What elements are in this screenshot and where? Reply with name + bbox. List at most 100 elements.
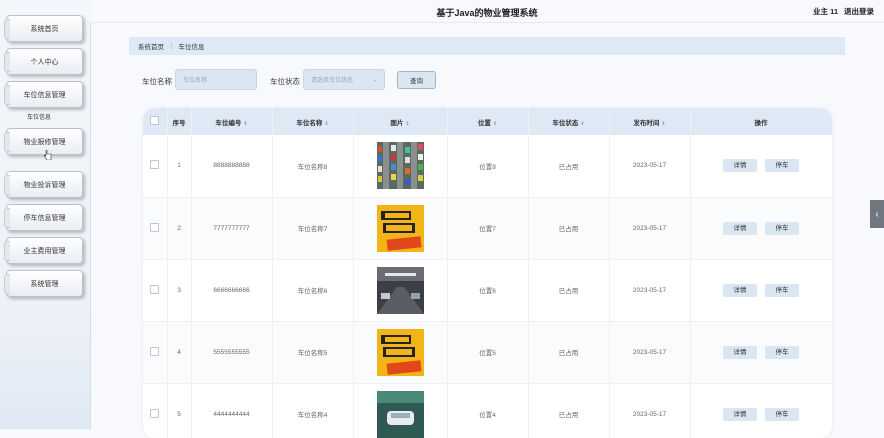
header-label: 位置 [477,119,491,127]
sidebar-item-label: 车位信息管理 [23,91,66,99]
menu-tab-decoration [4,52,10,72]
sort-icon[interactable]: ⇕ [580,121,584,127]
cell-location: 位置7 [447,197,529,260]
detail-button[interactable]: 详情 [723,283,757,297]
mouse-cursor-icon [44,150,52,160]
menu-tab-decoration [4,85,10,105]
table-row: 2 7777777777 车位名称7 位置7 已占用 2023-05-17 详情… [143,197,832,260]
parking-sign-image[interactable] [376,328,424,376]
cell-code: 4444444444 [191,383,273,438]
cell-code: 6666666666 [191,259,273,322]
cell-index: 4 [167,321,192,384]
parking-table: 序号 车位编号 ⇕ 车位名称 ⇕ 图片 ⇕ 位置 ⇕ 车位状态 ⇕ 发布时间 ⇕ 操作 1 … [143,108,832,438]
header-label: 发布时间 [633,119,660,127]
cell-location: 位置5 [447,321,529,384]
sidebar-item-complaint[interactable]: 物业投诉管理 [4,171,83,198]
parking-lot-aerial-image[interactable] [376,142,424,190]
sidebar-subitem-parking-info[interactable]: 车位信息 [27,112,51,121]
row-checkbox-cell [143,259,168,322]
breadcrumb: 系统首页 ⋮ 车位信息 [129,37,845,55]
cell-image [353,383,448,438]
header-label: 车位状态 [552,119,579,127]
detail-button[interactable]: 详情 [723,159,757,173]
header-label: 操作 [754,119,768,127]
breadcrumb-separator-icon: ⋮ [168,43,175,50]
header-label: 车位编号 [215,119,242,127]
sort-icon[interactable]: ⇕ [661,121,665,127]
sidebar-item-profile[interactable]: 个人中心 [4,48,83,75]
cell-index: 1 [167,135,192,198]
row-checkbox[interactable] [150,284,160,294]
cell-location: 位置4 [447,383,529,438]
breadcrumb-home[interactable]: 系统首页 [138,41,164,51]
header-date[interactable]: 发布时间 ⇕ [609,108,691,135]
garage-car-image[interactable] [376,390,424,438]
cell-image [353,197,448,260]
name-search-input[interactable]: 车位名称 [175,69,257,90]
sidebar-item-system[interactable]: 系统管理 [4,270,83,297]
header-actions: 操作 [690,108,832,135]
header-name[interactable]: 车位名称 ⇕ [272,108,354,135]
sidebar-item-fees[interactable]: 业主费用管理 [4,237,83,264]
detail-button[interactable]: 详情 [723,221,757,235]
cell-status: 已占用 [528,259,610,322]
cell-actions: 详情 停车 [690,321,832,384]
park-button[interactable]: 停车 [765,221,799,235]
breadcrumb-current: 车位信息 [178,44,205,51]
sidebar-item-label: 停车信息管理 [23,214,66,222]
logout-link[interactable]: 退出登录 [844,7,874,16]
header-image[interactable]: 图片 ⇕ [353,108,448,135]
park-button[interactable]: 停车 [765,407,799,421]
header-index: 序号 [167,108,192,135]
cell-date: 2023-05-17 [609,383,691,438]
sidebar-item-home[interactable]: 系统首页 [4,15,83,42]
park-button[interactable]: 停车 [765,345,799,359]
cell-code: 8888888888 [191,135,273,198]
row-checkbox[interactable] [150,222,160,232]
status-placeholder: 请选择车位状态 [311,78,354,84]
parking-sign-image[interactable] [376,204,424,252]
park-button[interactable]: 停车 [765,159,799,173]
username: 业主 11 [812,7,838,16]
header-label: 序号 [172,119,186,127]
cell-status: 已占用 [528,197,610,260]
sidebar-item-parking-record[interactable]: 停车信息管理 [4,204,83,231]
row-checkbox[interactable] [150,408,160,418]
table-row: 4 5555555555 车位名称5 位置5 已占用 2023-05-17 详情… [143,321,832,384]
sort-icon[interactable]: ⇕ [405,121,409,127]
sort-icon[interactable]: ⇕ [493,121,497,127]
header-status[interactable]: 车位状态 ⇕ [528,108,610,135]
cell-location: 位置8 [447,135,529,198]
status-select[interactable]: 请选择车位状态 ⌄ [303,69,385,90]
menu-tab-decoration [4,274,10,294]
header-label: 车位名称 [296,119,323,127]
table-row: 5 4444444444 车位名称4 位置4 已占用 2023-05-17 详情… [143,383,832,438]
detail-button[interactable]: 详情 [723,407,757,421]
cell-status: 已占用 [528,321,610,384]
chevron-down-icon: ⌄ [372,77,378,83]
header-code[interactable]: 车位编号 ⇕ [191,108,273,135]
sidebar-item-label: 物业报修管理 [23,138,66,146]
underground-garage-image[interactable] [376,266,424,314]
chevron-left-icon[interactable]: ‹ [870,200,884,228]
cell-actions: 详情 停车 [690,383,832,438]
sidebar-item-parking-info[interactable]: 车位信息管理 [4,81,83,108]
select-all-checkbox[interactable] [150,116,160,125]
name-placeholder: 车位名称 [183,78,208,84]
detail-button[interactable]: 详情 [723,345,757,359]
sidebar: 系统首页 个人中心 车位信息管理 车位信息 物业报修管理 物业投诉管理 停车信息… [0,0,91,429]
row-checkbox[interactable] [150,346,160,356]
sort-icon[interactable]: ⇕ [324,121,328,127]
sidebar-item-label: 系统管理 [30,280,59,288]
cell-code: 7777777777 [191,197,273,260]
cell-location: 位置6 [447,259,529,322]
sidebar-item-label: 业主费用管理 [23,247,66,255]
row-checkbox[interactable] [150,160,160,170]
sort-icon[interactable]: ⇕ [243,121,247,127]
header-checkbox-cell [143,108,168,135]
header-location[interactable]: 位置 ⇕ [447,108,529,135]
cell-date: 2023-05-17 [609,197,691,260]
cell-index: 5 [167,383,192,438]
park-button[interactable]: 停车 [765,283,799,297]
query-button[interactable]: 查询 [397,71,436,89]
